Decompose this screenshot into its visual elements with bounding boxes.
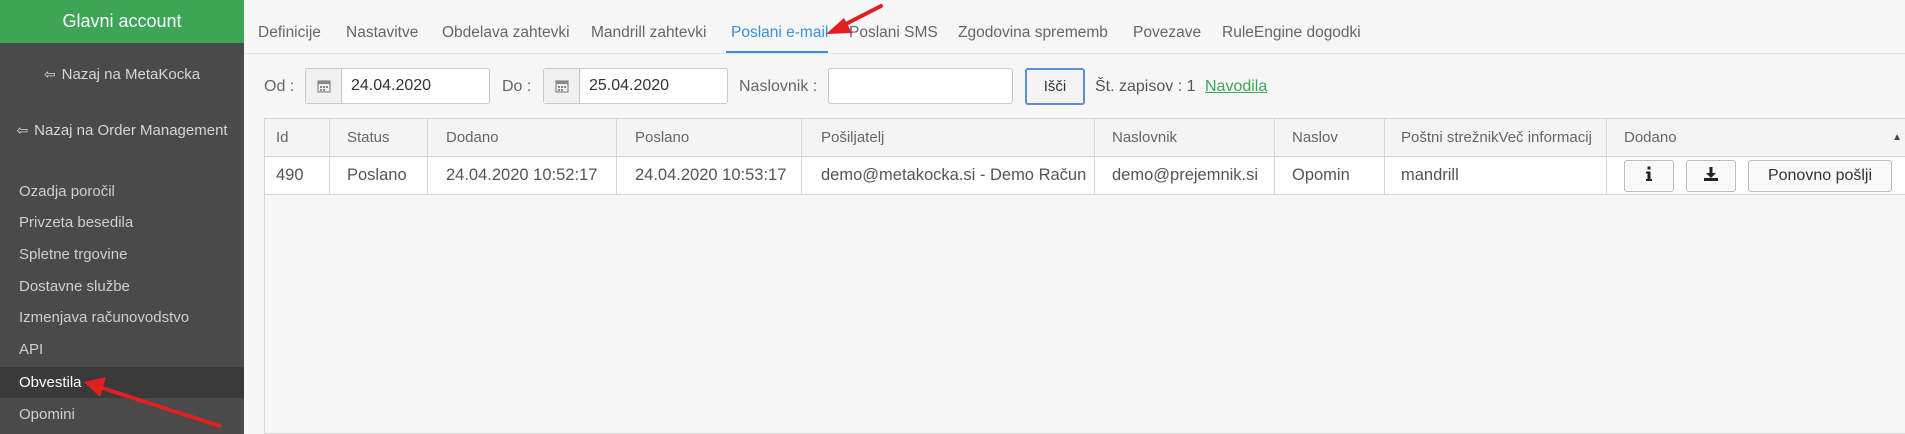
- cell-subject: Opomin: [1275, 157, 1385, 194]
- tab-settings[interactable]: Nastavitve: [346, 24, 418, 42]
- to-date-value: 25.04.2020: [589, 77, 670, 94]
- column-header-sender[interactable]: Pošiljatelj: [802, 119, 1095, 156]
- from-date-field[interactable]: 24.04.2020: [305, 68, 490, 104]
- tab-definitions[interactable]: Definicije: [258, 24, 321, 42]
- account-title[interactable]: Glavni account: [0, 0, 244, 43]
- column-header-subject[interactable]: Naslov: [1275, 119, 1385, 156]
- column-header-added[interactable]: Dodano: [428, 119, 617, 156]
- cell-mail-server: mandrill: [1385, 157, 1607, 194]
- cell-added: 24.04.2020 10:52:17: [428, 157, 617, 194]
- sidebar-item-accounting-exchange[interactable]: Izmenjava računovodstvo: [0, 302, 244, 333]
- cell-sent: 24.04.2020 10:53:17: [617, 157, 802, 194]
- table-row[interactable]: 490 Poslano 24.04.2020 10:52:17 24.04.20…: [265, 157, 1905, 195]
- back-to-metakocka-label: Nazaj na MetaKocka: [61, 65, 201, 83]
- column-header-sent[interactable]: Poslano: [617, 119, 802, 156]
- to-date-field[interactable]: 25.04.2020: [543, 68, 728, 104]
- cell-recipient: demo@prejemnik.si: [1095, 157, 1275, 194]
- tab-change-history[interactable]: Zgodovina sprememb: [958, 24, 1108, 42]
- sidebar-item-report-backgrounds[interactable]: Ozadja poročil: [0, 176, 244, 207]
- info-button[interactable]: [1624, 160, 1674, 192]
- sent-email-table: Id Status Dodano Poslano Pošiljatelj Nas…: [264, 118, 1905, 434]
- tab-sent-email[interactable]: Poslani e-mail: [731, 24, 828, 42]
- recipient-input[interactable]: [828, 68, 1013, 104]
- search-button[interactable]: Išči: [1025, 68, 1085, 105]
- active-tab-indicator: [726, 51, 828, 53]
- column-header-added-actions[interactable]: Dodano ▲: [1607, 119, 1905, 156]
- download-button[interactable]: [1686, 160, 1736, 192]
- back-to-order-management-label: Nazaj na Order Management: [34, 121, 228, 139]
- sidebar-item-web-shops[interactable]: Spletne trgovine: [0, 239, 244, 270]
- cell-id: 490: [265, 157, 330, 194]
- resend-button[interactable]: Ponovno pošlji: [1748, 160, 1892, 192]
- sidebar-item-delivery-services[interactable]: Dostavne službe: [0, 271, 244, 302]
- sign-out-icon: ⇦: [43, 65, 56, 82]
- back-to-order-management-link[interactable]: ⇦ Nazaj na Order Management: [0, 118, 244, 142]
- recipient-label: Naslovnik :: [739, 78, 818, 95]
- column-header-added-actions-label: Dodano: [1624, 129, 1677, 146]
- filter-bar: Od : 24.04.2020 Do : 25.04.2020 Naslovni…: [244, 54, 1905, 114]
- column-header-status[interactable]: Status: [330, 119, 428, 156]
- cell-sender: demo@metakocka.si - Demo Račun: [802, 157, 1095, 194]
- column-header-recipient[interactable]: Naslovnik: [1095, 119, 1275, 156]
- help-link[interactable]: Navodila: [1205, 78, 1267, 96]
- tab-mandrill-requests[interactable]: Mandrill zahtevki: [591, 24, 706, 42]
- tab-request-processing[interactable]: Obdelava zahtevki: [442, 24, 570, 42]
- table-header: Id Status Dodano Poslano Pošiljatelj Nas…: [265, 119, 1905, 157]
- sidebar-item-api[interactable]: API: [0, 334, 244, 365]
- column-header-id[interactable]: Id: [265, 119, 330, 156]
- cell-status: Poslano: [330, 157, 428, 194]
- sidebar: Glavni account ⇦ Nazaj na MetaKocka ⇦ Na…: [0, 0, 244, 434]
- sidebar-item-default-texts[interactable]: Privzeta besedila: [0, 207, 244, 238]
- tab-bar: Definicije Nastavitve Obdelava zahtevki …: [244, 0, 1905, 54]
- sign-out-icon: ⇦: [16, 121, 29, 138]
- to-label: Do :: [502, 78, 532, 95]
- column-header-mail-server[interactable]: Poštni strežnikVeč informacij: [1385, 119, 1607, 156]
- from-label: Od :: [264, 78, 295, 95]
- sidebar-item-notifications[interactable]: Obvestila: [0, 367, 244, 398]
- calendar-icon[interactable]: [306, 69, 342, 103]
- tab-sent-sms[interactable]: Poslani SMS: [849, 24, 938, 42]
- cell-actions: Ponovno pošlji: [1607, 157, 1905, 194]
- tab-ruleengine-events[interactable]: RuleEngine dogodki: [1222, 24, 1361, 42]
- from-date-value: 24.04.2020: [351, 77, 432, 94]
- calendar-icon[interactable]: [544, 69, 580, 103]
- info-icon: [1645, 166, 1653, 187]
- record-count: Št. zapisov : 1: [1095, 78, 1196, 95]
- sort-asc-icon[interactable]: ▲: [1892, 132, 1902, 143]
- back-to-metakocka-link[interactable]: ⇦ Nazaj na MetaKocka: [0, 62, 244, 86]
- main-content: Definicije Nastavitve Obdelava zahtevki …: [244, 0, 1905, 434]
- sidebar-item-reminders[interactable]: Opomini: [0, 399, 244, 430]
- download-icon: [1703, 166, 1719, 187]
- tab-connections[interactable]: Povezave: [1133, 24, 1201, 42]
